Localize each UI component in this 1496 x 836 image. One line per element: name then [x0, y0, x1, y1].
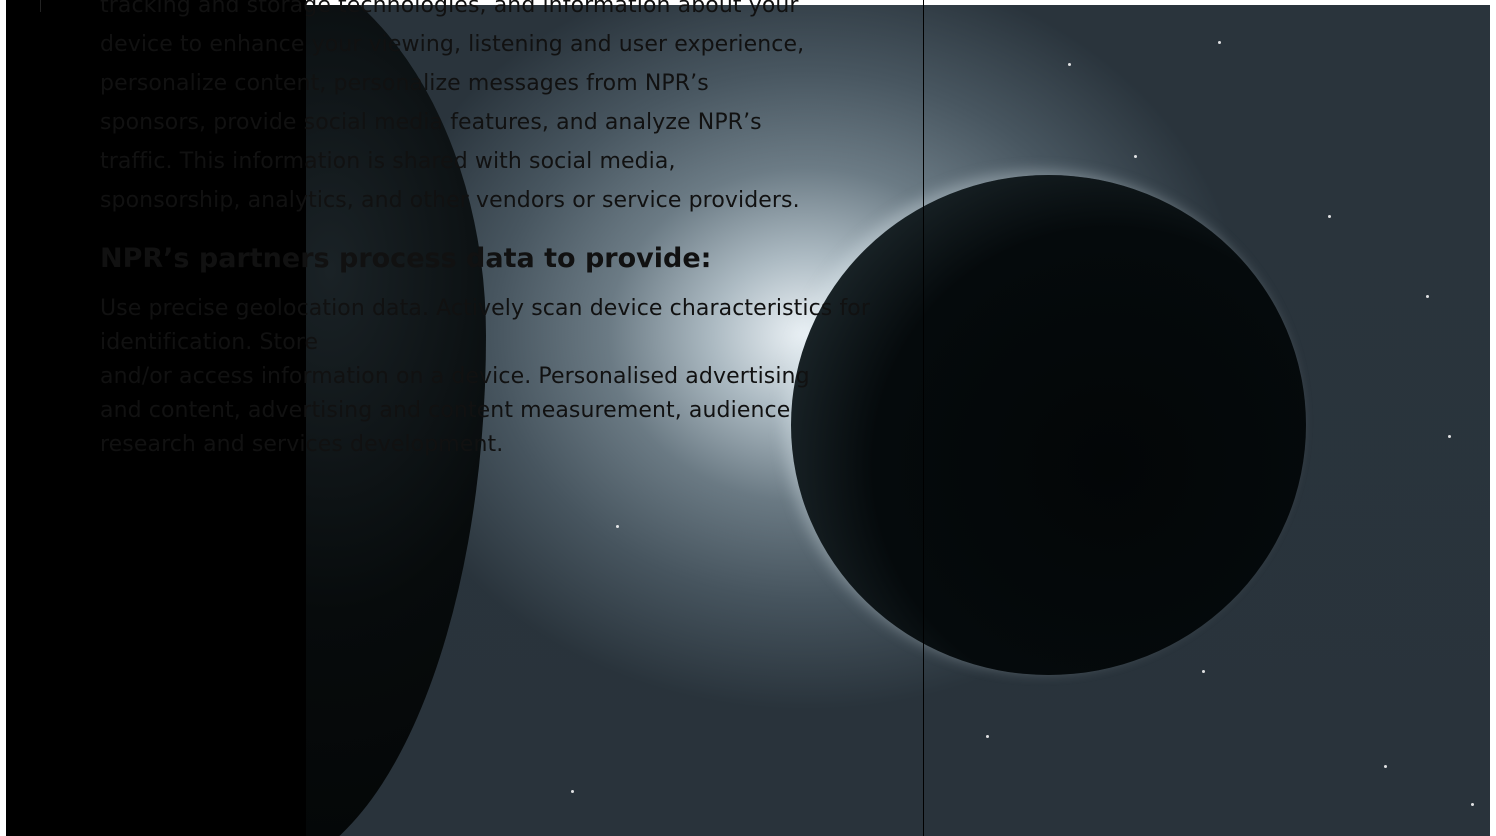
purposes-line: Use precise geolocation data. Actively s…: [100, 296, 871, 355]
consent-intro-line: traffic. This information is shared with…: [100, 149, 676, 174]
edge-tick: [40, 0, 41, 12]
consent-intro-line: device to enhance your viewing, listenin…: [100, 32, 805, 57]
consent-intro-line: personalize content, personalize message…: [100, 71, 709, 96]
purposes-line: and/or access information on a device. P…: [100, 364, 810, 389]
purposes-line: and content, advertising and content mea…: [100, 398, 791, 423]
consent-intro-line: tracking and storage technologies, and i…: [100, 0, 799, 18]
consent-intro-line: sponsorship, analytics, and other vendor…: [100, 188, 800, 213]
purposes-line: research and services development.: [100, 432, 504, 457]
consent-intro-line: sponsors, provide social media features,…: [100, 110, 762, 135]
consent-text-panel: tracking and storage technologies, and i…: [100, 0, 880, 462]
partners-heading: NPR’s partners process data to provide:: [100, 243, 712, 274]
vertical-divider: [923, 0, 924, 836]
